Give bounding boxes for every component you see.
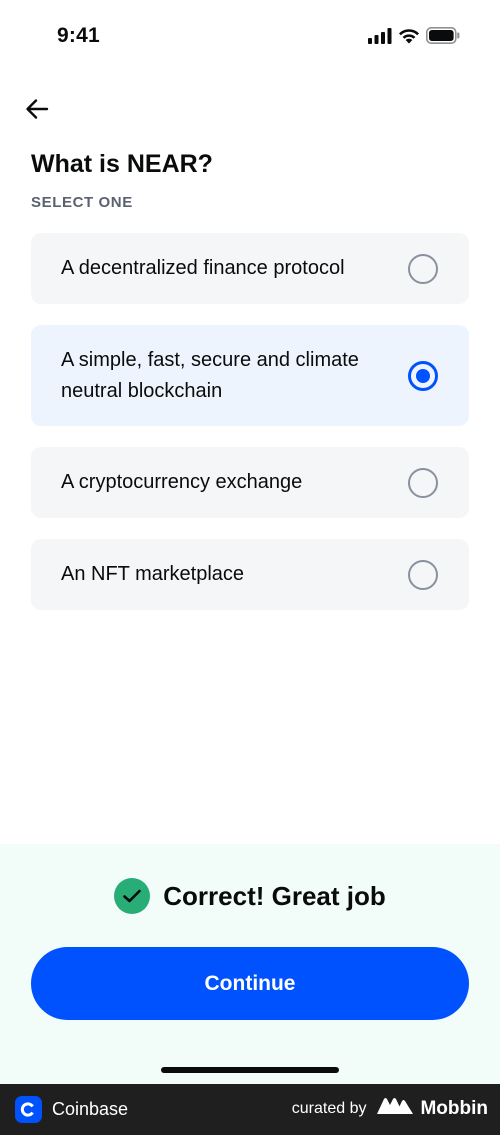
radio-button[interactable] xyxy=(408,253,438,284)
arrow-left-icon xyxy=(25,98,49,125)
continue-button[interactable]: Continue xyxy=(31,947,469,1020)
battery-icon xyxy=(426,27,460,49)
radio-button-selected[interactable] xyxy=(408,360,438,391)
curated-by-label: curated by xyxy=(291,1100,367,1117)
status-bar: 9:41 xyxy=(0,0,500,75)
coinbase-logo-icon xyxy=(15,1096,42,1123)
wifi-icon xyxy=(398,28,420,49)
home-indicator xyxy=(161,1067,339,1073)
feedback-panel: Correct! Great job Continue xyxy=(0,844,500,1084)
footer-app-name: Coinbase xyxy=(52,1099,129,1119)
check-icon xyxy=(114,878,151,914)
question-title: What is NEAR? xyxy=(31,150,213,178)
footer-bar: Coinbase curated by Mobbin xyxy=(0,1084,500,1135)
back-button[interactable] xyxy=(20,94,54,128)
footer-credit: curated by Mobbin xyxy=(292,1097,488,1121)
answer-options: A decentralized finance protocol A simpl… xyxy=(31,233,469,631)
answer-option-label: A decentralized finance protocol xyxy=(61,257,345,279)
answer-option-label: A simple, fast, secure and climate neutr… xyxy=(61,348,359,402)
select-hint: SELECT ONE xyxy=(31,194,133,211)
status-icons xyxy=(368,27,460,49)
mobbin-logo-icon xyxy=(376,1097,414,1121)
answer-option-3[interactable]: A cryptocurrency exchange xyxy=(31,447,469,518)
answer-option-label: A cryptocurrency exchange xyxy=(61,471,303,493)
feedback-message: Correct! Great job xyxy=(163,880,386,911)
status-time: 9:41 xyxy=(57,24,100,47)
answer-option-1[interactable]: A decentralized finance protocol xyxy=(31,233,469,304)
footer-app: Coinbase xyxy=(15,1096,128,1123)
mobbin-brand-name: Mobbin xyxy=(420,1098,488,1119)
answer-option-4[interactable]: An NFT marketplace xyxy=(31,539,469,610)
mobbin-brand: Mobbin xyxy=(376,1097,488,1121)
radio-button[interactable] xyxy=(408,467,438,498)
answer-option-2[interactable]: A simple, fast, secure and climate neutr… xyxy=(31,325,469,426)
answer-option-label: An NFT marketplace xyxy=(61,563,245,585)
cellular-signal-icon xyxy=(368,27,392,49)
feedback-message-row: Correct! Great job xyxy=(0,878,500,914)
radio-button[interactable] xyxy=(408,559,438,590)
